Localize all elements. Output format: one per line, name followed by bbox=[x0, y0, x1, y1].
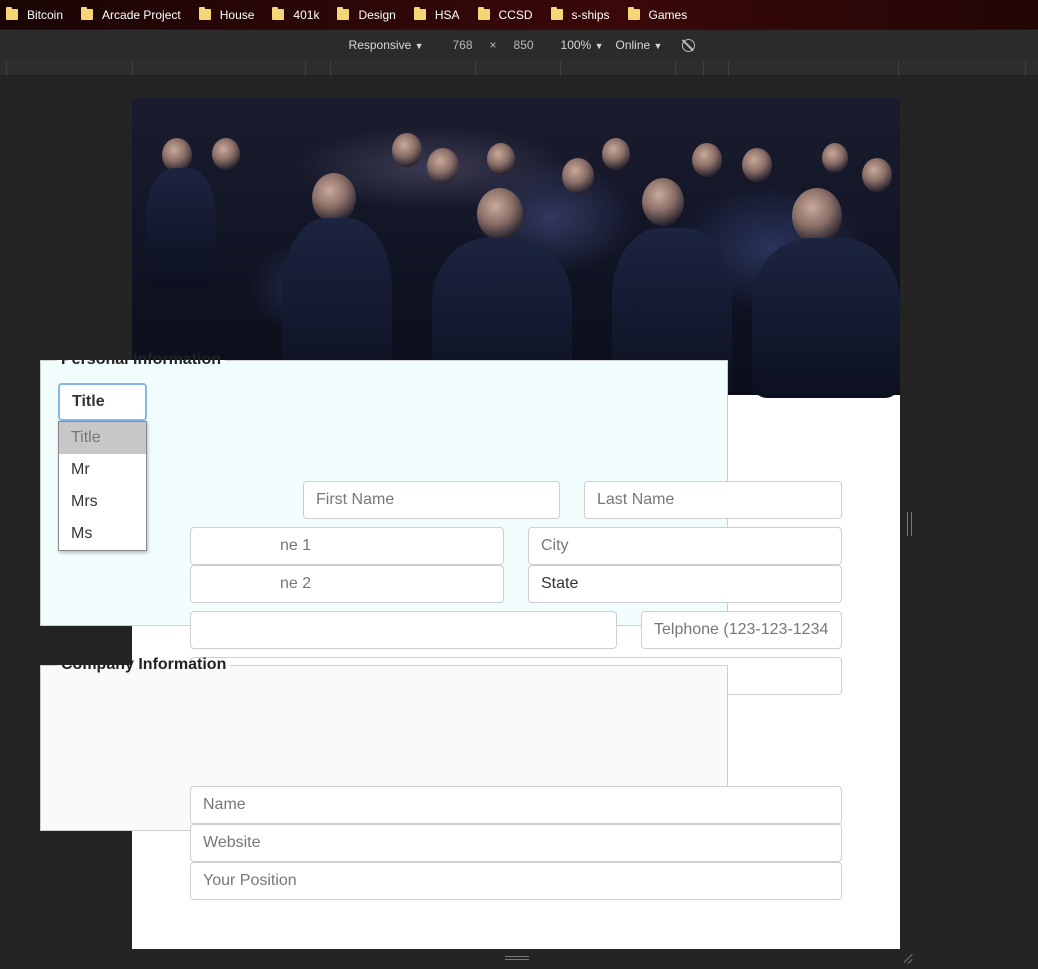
width-input[interactable]: 768 bbox=[439, 35, 486, 55]
telephone-input[interactable]: Telphone (123-123-1234 bbox=[641, 611, 842, 649]
responsive-label: Responsive bbox=[348, 38, 412, 52]
bookmark-s-ships[interactable]: s-ships bbox=[550, 7, 610, 22]
bookmark-hsa[interactable]: HSA bbox=[413, 7, 460, 22]
folder-icon bbox=[6, 7, 18, 20]
last-name-input[interactable]: Last Name bbox=[584, 481, 842, 519]
folder-icon bbox=[550, 7, 563, 20]
resize-handle-right[interactable] bbox=[907, 512, 912, 536]
bookmark-label: Design bbox=[358, 7, 396, 22]
rotate-disabled-icon[interactable] bbox=[682, 38, 696, 52]
personal-information-legend: Personal Information bbox=[61, 351, 222, 368]
bookmark-label: Bitcoin bbox=[27, 7, 64, 22]
bookmark-ccsd[interactable]: CCSD bbox=[477, 7, 533, 22]
zip-input[interactable] bbox=[190, 611, 617, 649]
address-line-1-input[interactable]: ne 1 bbox=[190, 527, 504, 565]
folder-icon bbox=[627, 7, 640, 20]
title-option-mr[interactable]: Mr bbox=[59, 454, 146, 486]
bookmark-house[interactable]: House bbox=[198, 7, 255, 22]
times-icon: × bbox=[489, 38, 497, 52]
title-option-title[interactable]: Title bbox=[59, 422, 146, 454]
resize-handle-bottom[interactable] bbox=[505, 956, 529, 960]
zoom-label: 100% bbox=[560, 38, 592, 52]
bookmark-label: HSA bbox=[434, 7, 460, 22]
bookmark-label: Games bbox=[648, 7, 688, 22]
chevron-down-icon: ▼ bbox=[594, 41, 604, 51]
folder-icon bbox=[272, 7, 285, 20]
title-option-ms[interactable]: Ms bbox=[59, 518, 146, 550]
company-position-input[interactable]: Your Position bbox=[190, 862, 842, 900]
responsive-dropdown[interactable]: Responsive ▼ bbox=[349, 38, 424, 52]
device-toolbar: Responsive ▼ 768 × 850 100% ▼ Online ▼ bbox=[0, 30, 1038, 60]
height-input[interactable]: 850 bbox=[500, 35, 547, 55]
folder-icon bbox=[477, 7, 490, 20]
folder-icon bbox=[337, 7, 350, 20]
company-website-input[interactable]: Website bbox=[190, 824, 842, 862]
company-name-input[interactable]: Name bbox=[190, 786, 842, 824]
bookmark-label: 401k bbox=[293, 7, 320, 22]
bookmark-label: CCSD bbox=[498, 7, 533, 22]
bookmark-games[interactable]: Games bbox=[627, 7, 688, 22]
title-option-mrs[interactable]: Mrs bbox=[59, 486, 146, 518]
title-dropdown-list: Title Mr Mrs Ms bbox=[58, 421, 147, 551]
first-name-input[interactable]: First Name bbox=[303, 481, 560, 519]
bookmarks-bar: Bitcoin Arcade Project House 401k Design HSA C… bbox=[0, 0, 1038, 30]
address-line-2-input[interactable]: ne 2 bbox=[190, 565, 504, 603]
folder-icon bbox=[413, 7, 426, 20]
bookmark-design[interactable]: Design bbox=[337, 7, 396, 22]
bookmark-label: s-ships bbox=[571, 7, 610, 22]
media-query-ruler[interactable] bbox=[0, 60, 1038, 76]
title-select[interactable]: Title bbox=[58, 383, 147, 421]
folder-icon bbox=[198, 7, 211, 20]
bookmark-label: House bbox=[219, 7, 255, 22]
bookmark-401k[interactable]: 401k bbox=[272, 7, 320, 22]
chevron-down-icon: ▼ bbox=[653, 41, 663, 51]
state-select[interactable]: State bbox=[528, 565, 842, 603]
chevron-down-icon: ▼ bbox=[414, 41, 424, 51]
folder-icon bbox=[81, 7, 94, 20]
network-dropdown[interactable]: Online ▼ bbox=[616, 38, 663, 52]
bookmark-label: Arcade Project bbox=[102, 7, 181, 22]
resize-corner-handle[interactable] bbox=[902, 952, 914, 964]
city-input[interactable]: City bbox=[528, 527, 842, 565]
bookmark-bitcoin[interactable]: Bitcoin bbox=[6, 7, 64, 22]
company-information-legend: Company Information bbox=[61, 656, 227, 673]
network-label: Online bbox=[615, 38, 651, 52]
zoom-dropdown[interactable]: 100% ▼ bbox=[561, 38, 604, 52]
bookmark-arcade-project[interactable]: Arcade Project bbox=[81, 7, 181, 22]
